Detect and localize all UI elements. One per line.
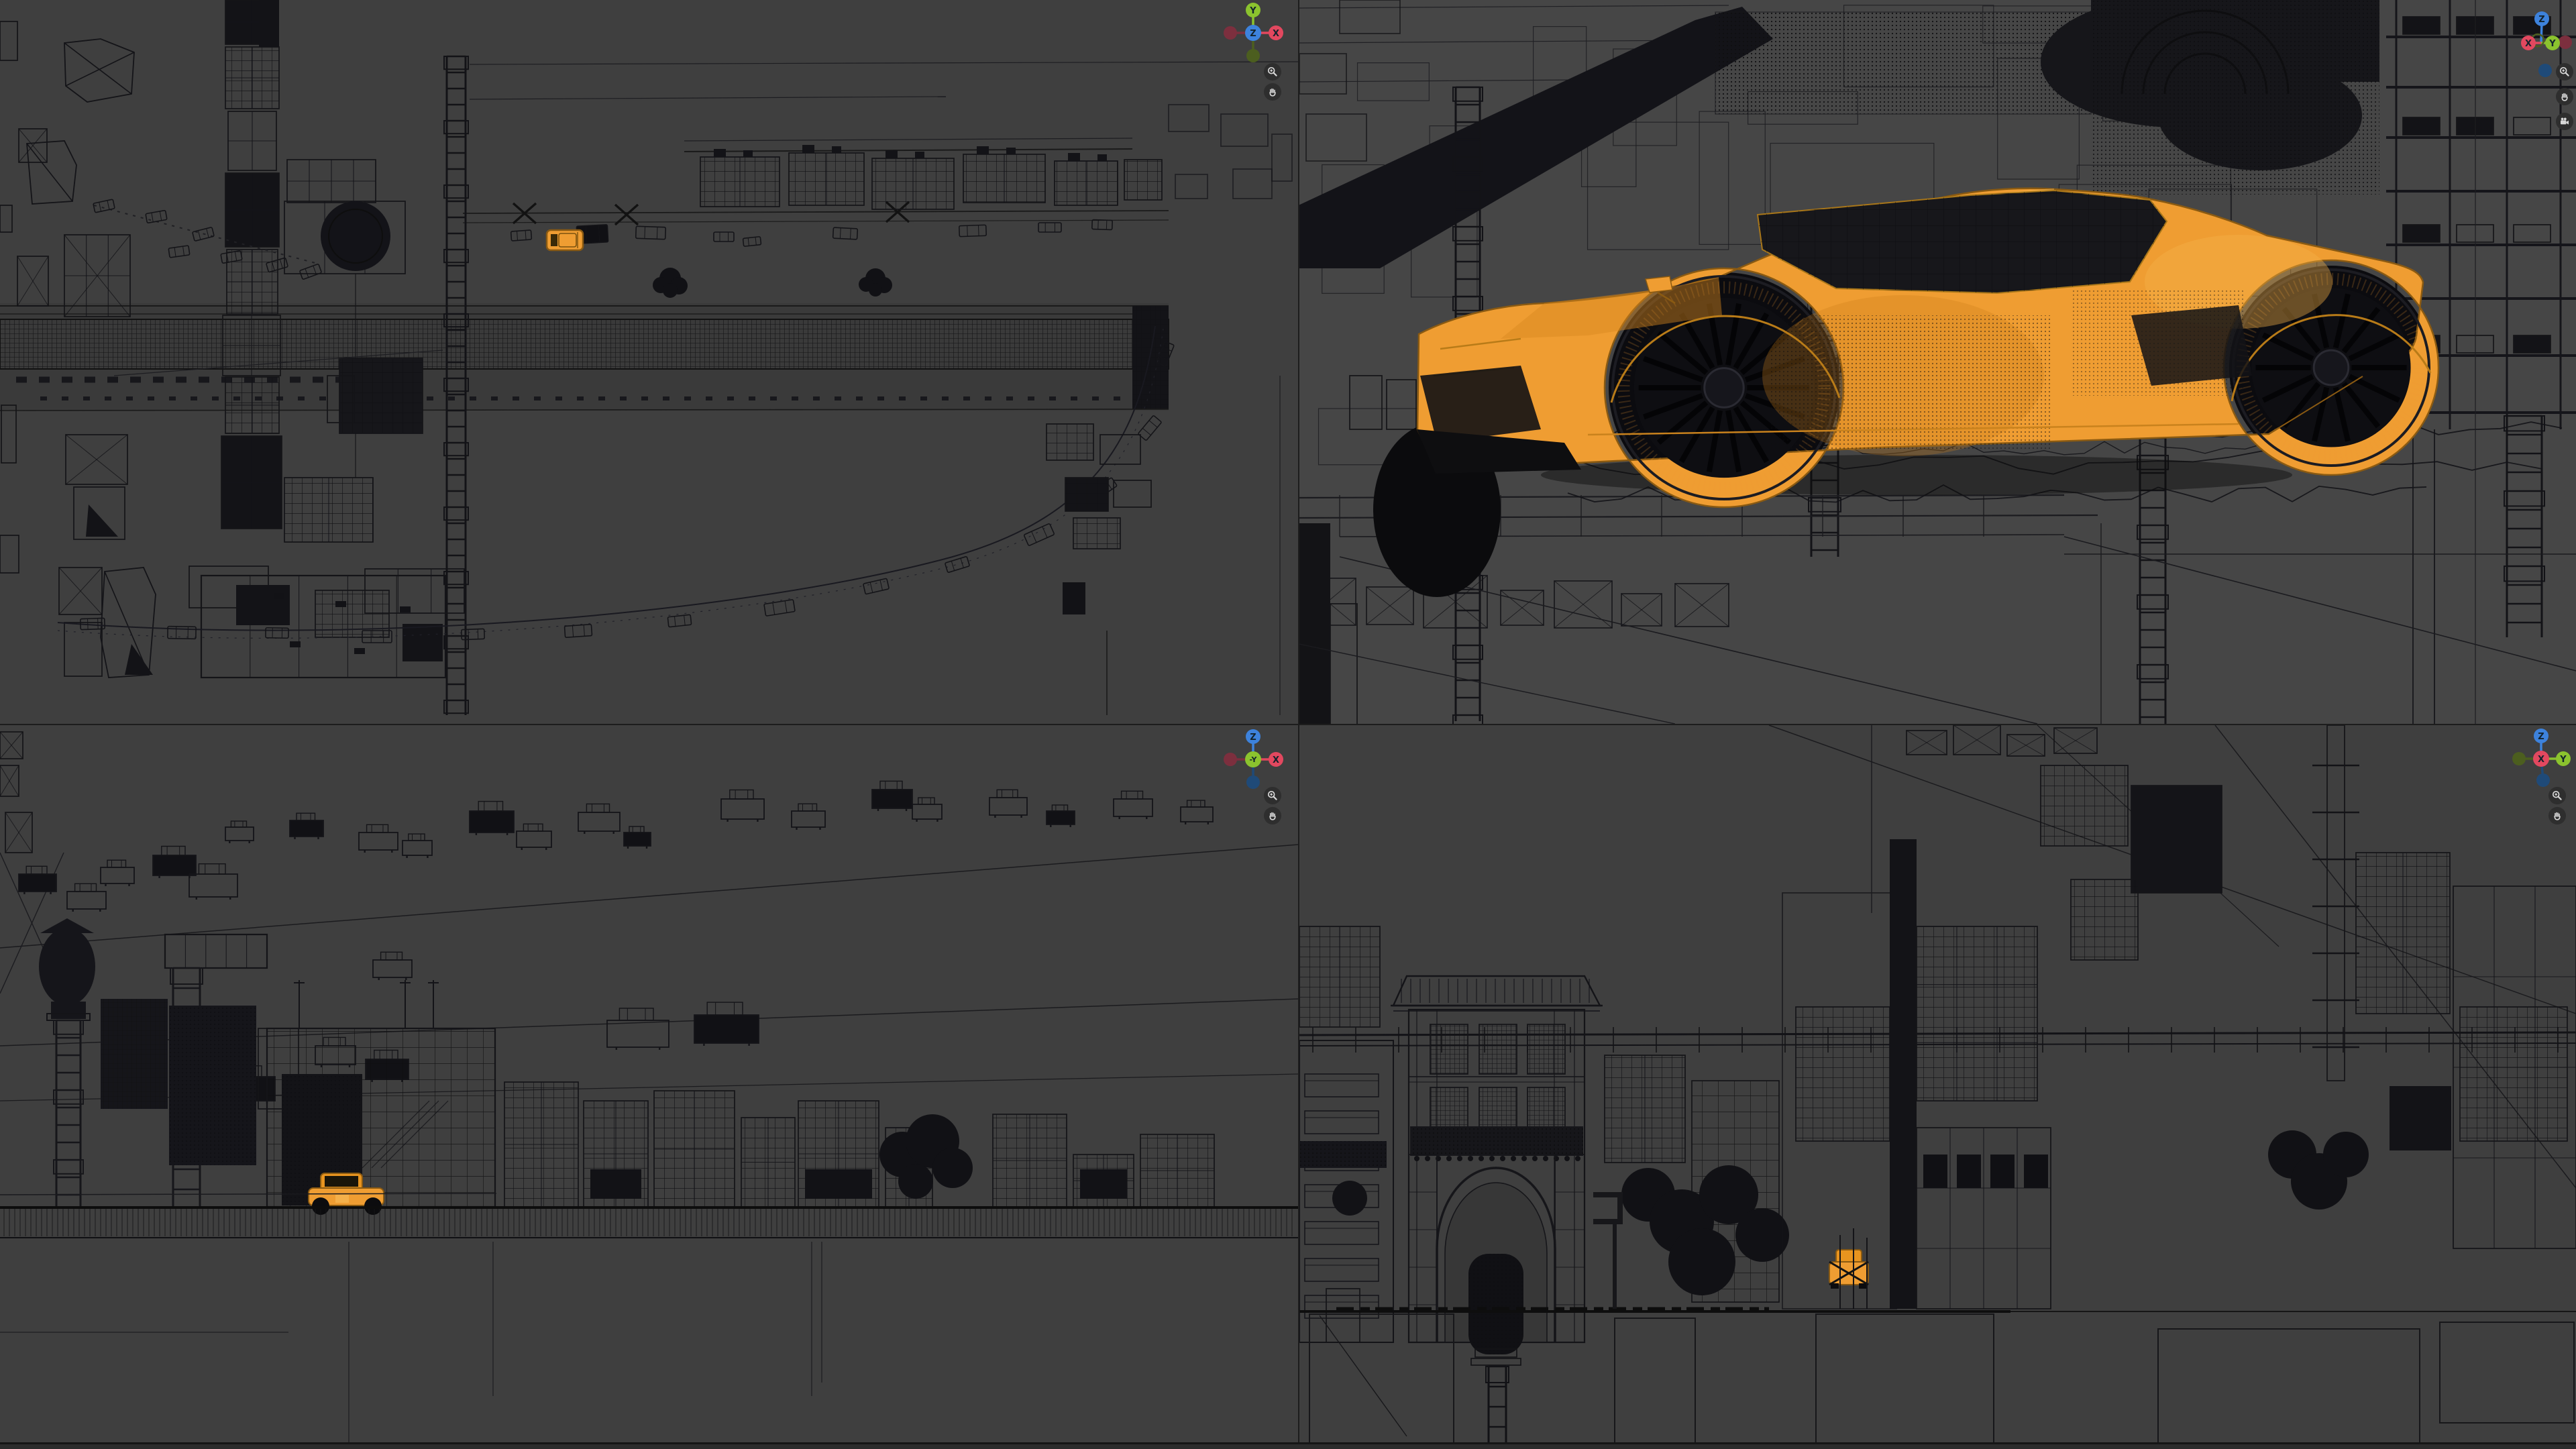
axis-z-negative-handle[interactable] (2536, 773, 2550, 787)
axis-y-negative-handle[interactable] (1246, 49, 1260, 62)
3d-application-window: Y X Z (0, 0, 2576, 1449)
top-view-scene-canvas[interactable] (0, 0, 1298, 724)
viewport-side-view[interactable]: Z Y X (1299, 725, 2576, 1442)
viewport-front-view[interactable]: Z X -Y (0, 725, 1298, 1442)
nav-gizmo[interactable]: Z Y X (2504, 725, 2576, 796)
magnifier-icon (1267, 66, 1278, 77)
magnifier-icon (1267, 790, 1278, 801)
front-view-scene-canvas[interactable] (0, 725, 1298, 1442)
gizmo-center-label: X (2538, 755, 2544, 765)
pan-button[interactable] (1264, 83, 1281, 101)
hand-icon (2552, 810, 2563, 821)
axis-x-negative-handle[interactable] (1224, 753, 1237, 766)
magnifier-icon (2559, 66, 2570, 77)
gizmo-right-label: X (1273, 29, 1279, 39)
selected-car-side[interactable] (1829, 1250, 1868, 1289)
zoom-button[interactable] (1264, 63, 1281, 80)
gizmo-left-label: X (2525, 39, 2532, 49)
axis-z-negative-handle[interactable] (2538, 64, 2552, 77)
window-bottom-edge (0, 1442, 2576, 1449)
zoom-button[interactable] (1264, 787, 1281, 804)
hand-icon (1267, 87, 1278, 97)
axis-x-negative-handle[interactable] (1224, 26, 1237, 40)
camera-view-button[interactable] (2556, 113, 2573, 130)
viewport-perspective-view[interactable]: Z X Y (1299, 0, 2576, 724)
gizmo-up-label: Z (1250, 733, 1256, 743)
nav-gizmo[interactable]: Z X -Y (1216, 725, 1290, 796)
gizmo-right-label: X (1273, 755, 1279, 765)
gizmo-center-label: Z (1250, 29, 1256, 39)
axis-x-negative-handle[interactable] (2559, 36, 2572, 49)
gizmo-right-label: Y (2559, 755, 2567, 765)
camera-icon (2559, 116, 2570, 127)
selected-car-top[interactable] (547, 230, 583, 250)
hand-icon (2559, 91, 2570, 102)
magnifier-icon (2552, 790, 2563, 801)
axis-y-negative-handle[interactable] (2512, 752, 2526, 765)
gizmo-up-label: Z (2538, 732, 2544, 742)
zoom-button[interactable] (2548, 787, 2566, 804)
gizmo-center-label: -Y (1250, 755, 1258, 764)
pan-button[interactable] (1264, 807, 1281, 824)
gizmo-up-label: Z (2538, 15, 2544, 25)
pan-button[interactable] (2556, 88, 2573, 105)
gizmo-up-label: Y (1249, 6, 1256, 16)
axis-z-negative-handle[interactable] (1246, 775, 1260, 789)
pan-button[interactable] (2548, 807, 2566, 824)
zoom-button[interactable] (2556, 63, 2573, 80)
hand-icon (1267, 810, 1278, 821)
perspective-scene-canvas[interactable] (1299, 0, 2576, 724)
nav-gizmo[interactable]: Y X Z (1216, 0, 1290, 70)
viewport-top-view[interactable]: Y X Z (0, 0, 1298, 724)
gizmo-right-label: Y (2548, 39, 2556, 49)
side-view-scene-canvas[interactable] (1299, 725, 2576, 1442)
